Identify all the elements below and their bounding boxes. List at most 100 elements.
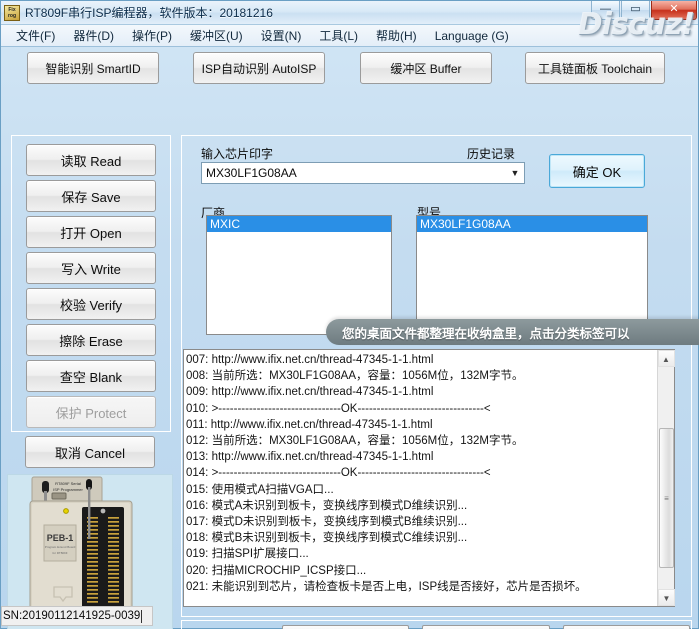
menu-help[interactable]: 帮助(H) <box>367 25 426 46</box>
desktop-tooltip-overlay[interactable]: 您的桌面文件都整理在收纳盒里，点击分类标签可以 <box>326 319 699 345</box>
toolchain-button[interactable]: 工具链面板 Toolchain <box>525 52 665 84</box>
text-caret <box>141 609 143 623</box>
chip-input-label: 输入芯片印字 <box>201 147 274 161</box>
window-controls: — ▭ ✕ <box>590 1 697 20</box>
log-line-text: http://www.ifix.net.cn/thread-47345-1-1.… <box>211 451 434 464</box>
log-line-number: 020: <box>186 564 209 577</box>
buffer-button[interactable]: 缓冲区 Buffer <box>360 52 492 84</box>
menu-bar: 文件(F) 器件(D) 操作(P) 缓冲区(U) 设置(N) 工具(L) 帮助(… <box>1 25 698 47</box>
serial-number-field[interactable]: SN:20190112141925-0039 <box>1 606 153 626</box>
maximize-button[interactable]: ▭ <box>621 1 650 20</box>
log-line-text: 使用模式A扫描VGA口... <box>211 483 334 496</box>
log-line-text: http://www.ifix.net.cn/thread-47345-1-1.… <box>211 354 434 366</box>
title-bar: Fix rog RT809F串行ISP编程器，软件版本：20181216 — ▭ … <box>1 1 698 25</box>
list-item[interactable]: MX30LF1G08AA <box>417 216 647 232</box>
log-line-number: 018: <box>186 532 209 545</box>
list-item[interactable]: MXIC <box>207 216 391 232</box>
app-icon: Fix rog <box>4 4 20 21</box>
smart-id-button[interactable]: 智能识别 SmartID <box>27 52 159 84</box>
log-line: 016: 模式A未识别到板卡，变换线序到模式D维续识别... <box>186 498 657 514</box>
log-line: 018: 模式B未识别到板卡，变换线序到模式C维续识别... <box>186 530 657 546</box>
scrollbar-thumb[interactable]: ≡ <box>659 428 674 568</box>
board-top-label-2: ISP Programmer <box>53 487 83 492</box>
write-button[interactable]: 写入 Write <box>26 252 156 284</box>
log-line-text: 当前所选：MX30LF1G08AA，容量：1056M位，132M字节。 <box>211 370 524 383</box>
log-line: 012: 当前所选：MX30LF1G08AA，容量：1056M位，132M字节。 <box>186 433 657 449</box>
close-button[interactable]: ✕ <box>651 1 697 20</box>
log-vertical-scrollbar[interactable]: ▲ ≡ ▼ <box>657 350 675 606</box>
window-title: RT809F串行ISP编程器，软件版本：20181216 <box>25 6 273 20</box>
log-line-text: 扫描MICROCHIP_ICSP接口... <box>211 564 367 577</box>
log-line: 019: 扫描SPI扩展接口... <box>186 546 657 562</box>
main-content: 智能识别 SmartID ISP自动识别 AutoISP 缓冲区 Buffer … <box>1 47 699 629</box>
tooltip-text: 您的桌面文件都整理在收纳盒里，点击分类标签可以 <box>342 326 630 341</box>
triangle-up-icon[interactable]: ▲ <box>657 350 675 367</box>
status-bar: SN:20190112141925-0039 <box>1 606 699 628</box>
log-lines: 007: http://www.ifix.net.cn/thread-47345… <box>184 350 657 606</box>
chip-name-value[interactable]: MX30LF1G08AA <box>202 166 506 180</box>
log-line-number: 017: <box>186 516 209 529</box>
log-line: 010: >--------------------------------OK… <box>186 401 657 417</box>
log-line: 015: 使用模式A扫描VGA口... <box>186 482 657 498</box>
log-line-number: 013: <box>186 451 209 464</box>
operation-button-group: 读取 Read 保存 Save 打开 Open 写入 Write 校验 Veri… <box>11 135 171 432</box>
menu-device[interactable]: 器件(D) <box>64 25 123 46</box>
log-line-number: 015: <box>186 483 209 496</box>
verify-button[interactable]: 校验 Verify <box>26 288 156 320</box>
chip-name-combobox[interactable]: MX30LF1G08AA ▼ <box>201 162 525 184</box>
log-line-text: 当前所选：MX30LF1G08AA，容量：1056M位，132M字节。 <box>211 435 524 448</box>
menu-settings[interactable]: 设置(N) <box>252 25 311 46</box>
log-line: 011: http://www.ifix.net.cn/thread-47345… <box>186 417 657 433</box>
log-line-text: 模式B未识别到板卡，变换线序到模式C维续识别... <box>211 532 468 545</box>
history-label: 历史记录 <box>467 147 516 161</box>
log-line-number: 010: <box>186 402 209 415</box>
menu-buffer[interactable]: 缓冲区(U) <box>181 25 252 46</box>
log-line-text: 扫描SPI扩展接口... <box>211 548 309 561</box>
erase-button[interactable]: 擦除 Erase <box>26 324 156 356</box>
menu-operation[interactable]: 操作(P) <box>123 25 181 46</box>
log-line-text: 未能识别到芯片，请检查板卡是否上电，ISP线是否接好，芯片是否损坏。 <box>211 580 587 593</box>
triangle-down-icon[interactable]: ▼ <box>658 589 675 606</box>
vendor-listbox[interactable]: MXIC <box>206 215 392 335</box>
open-button[interactable]: 打开 Open <box>26 216 156 248</box>
log-line: 020: 扫描MICROCHIP_ICSP接口... <box>186 563 657 579</box>
blank-button[interactable]: 查空 Blank <box>26 360 156 392</box>
log-line: 009: http://www.ifix.net.cn/thread-47345… <box>186 384 657 400</box>
menu-tools[interactable]: 工具(L) <box>310 25 367 46</box>
menu-file[interactable]: 文件(F) <box>7 25 64 46</box>
board-top-label-1: RT809F Serial <box>55 481 81 486</box>
application-window: Fix rog RT809F串行ISP编程器，软件版本：20181216 — ▭ … <box>0 0 699 629</box>
auto-isp-button[interactable]: ISP自动识别 AutoISP <box>193 52 325 84</box>
read-button[interactable]: 读取 Read <box>26 144 156 176</box>
log-line-number: 016: <box>186 499 209 512</box>
log-line-text: >--------------------------------OK-----… <box>211 402 491 415</box>
model-listbox[interactable]: MX30LF1G08AA <box>416 215 648 335</box>
log-line: 008: 当前所选：MX30LF1G08AA，容量：1056M位，132M字节。 <box>186 368 657 384</box>
log-output-panel: 007: http://www.ifix.net.cn/thread-47345… <box>183 349 675 607</box>
log-line: 007: http://www.ifix.net.cn/thread-47345… <box>186 352 657 368</box>
log-line-number: 011: <box>186 418 208 431</box>
serial-number-value: SN:20190112141925-0039 <box>3 610 141 622</box>
menu-language[interactable]: Language (G) <box>426 27 518 45</box>
board-model-label: PEB-1 <box>47 533 74 543</box>
chevron-down-icon[interactable]: ▼ <box>506 168 524 178</box>
log-line-number: 021: <box>186 580 209 593</box>
log-line: 017: 模式D未识别到板卡，变换线序到模式B维续识别... <box>186 514 657 530</box>
ok-button[interactable]: 确定 OK <box>549 154 645 188</box>
cancel-button[interactable]: 取消 Cancel <box>25 436 155 468</box>
board-model-sub: Program Extend Board <box>45 545 76 549</box>
log-line-text: http://www.ifix.net.cn/thread-47345-1-1.… <box>211 386 434 399</box>
save-button[interactable]: 保存 Save <box>26 180 156 212</box>
log-line-number: 014: <box>186 467 209 480</box>
log-line: 013: http://www.ifix.net.cn/thread-47345… <box>186 449 657 465</box>
log-line-text: 模式A未识别到板卡，变换线序到模式D维续识别... <box>211 499 468 512</box>
minimize-button[interactable]: — <box>591 1 620 20</box>
log-line-text: >--------------------------------OK-----… <box>211 467 491 480</box>
protect-button: 保护 Protect <box>26 396 156 428</box>
board-model-sub2: for RT809F <box>52 551 67 555</box>
log-line-text: 模式D未识别到板卡，变换线序到模式B维续识别... <box>211 516 468 529</box>
log-line-number: 009: <box>186 386 209 399</box>
log-line-number: 007: <box>186 354 209 366</box>
log-line: 014: >--------------------------------OK… <box>186 465 657 481</box>
log-line: 021: 未能识别到芯片，请检查板卡是否上电，ISP线是否接好，芯片是否损坏。 <box>186 579 657 595</box>
